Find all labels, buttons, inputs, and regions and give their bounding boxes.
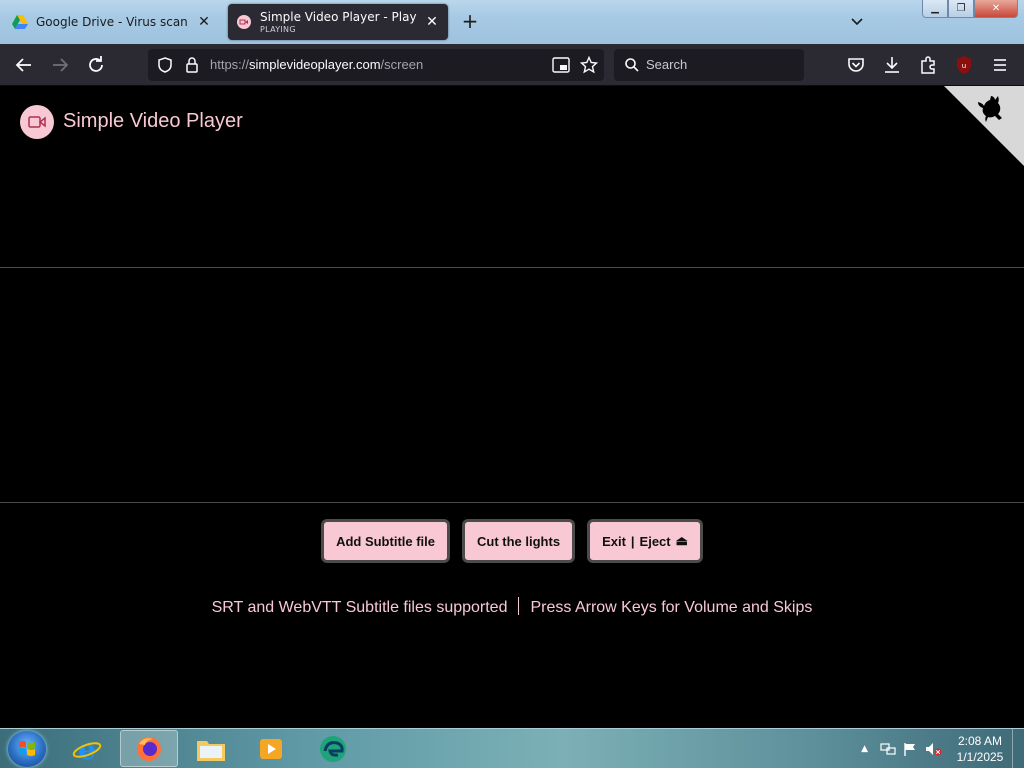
navigation-toolbar: https://simplevideoplayer.com/screen Sea… [0,44,1024,105]
tab-playing-label: PLAYING [260,25,296,34]
show-hidden-icons-icon[interactable]: ▲ [861,744,868,754]
taskbar: e ▲ 2:08 AM 1/1/2025 [0,728,1024,768]
player-controls: Add Subtitle file Cut the lights Exit | … [0,519,1024,563]
show-desktop-button[interactable] [1012,729,1024,768]
search-icon [625,58,639,72]
search-bar[interactable]: Search [614,49,804,81]
cut-lights-button[interactable]: Cut the lights [462,519,576,563]
new-tab-button[interactable]: + [458,10,482,34]
clock-date: 1/1/2025 [956,750,1004,764]
bookmark-star-icon[interactable] [580,56,598,74]
url-scheme: https:// [210,57,250,72]
picture-in-picture-icon[interactable] [552,57,570,73]
close-tab-icon[interactable]: ✕ [424,14,440,30]
url-domain: simplevideoplayer.com [249,57,381,72]
video-player-favicon-icon [237,15,251,29]
network-icon[interactable] [880,741,896,757]
window-close-button[interactable]: ✕ [974,0,1018,18]
add-subtitle-button[interactable]: Add Subtitle file [321,519,451,563]
hamburger-menu-icon[interactable] [988,53,1012,77]
lock-icon[interactable] [184,56,200,74]
cut-lights-label: Cut the lights [477,533,561,549]
internet-explorer-icon: e [72,733,102,765]
file-explorer-taskbar-button[interactable] [182,730,240,767]
subtitle-support-note: SRT and WebVTT Subtitle files supported [211,599,508,616]
firefox-taskbar-button[interactable] [120,730,178,767]
eject-label: Eject [639,533,671,549]
video-camera-icon [28,116,46,128]
minimize-button[interactable]: ▁ [922,0,948,18]
edge-icon [320,735,346,762]
shield-icon[interactable] [156,56,174,74]
media-player-icon [260,738,282,759]
exit-eject-button[interactable]: Exit | Eject ⏏ [587,519,703,563]
add-subtitle-label: Add Subtitle file [336,533,436,549]
media-player-taskbar-button[interactable] [242,730,300,767]
back-arrow-icon[interactable] [12,53,36,77]
search-placeholder: Search [646,57,688,72]
github-corner-icon[interactable] [944,86,1024,166]
volume-muted-icon[interactable] [924,741,942,757]
app-title[interactable]: Simple Video Player [63,110,243,133]
window-controls: ▁ ❐ ✕ [922,0,1018,18]
action-center-flag-icon[interactable] [902,741,918,757]
tab-title: Simple Video Player - Play local [260,10,420,24]
svg-text:e: e [78,733,96,765]
close-tab-icon[interactable]: ✕ [196,14,212,30]
page-content: Simple Video Player Add Subtitle file Cu… [0,86,1024,728]
reload-icon[interactable] [84,53,108,77]
app-logo[interactable] [20,105,54,139]
restore-button[interactable]: ❐ [948,0,974,18]
exit-label: Exit [602,533,626,549]
info-text: SRT and WebVTT Subtitle files supported P… [0,597,1024,617]
video-area[interactable] [0,268,1024,502]
url-path: /screen [380,57,424,72]
firefox-icon [137,736,161,761]
tab-google-drive[interactable]: Google Drive - Virus scan warni ✕ [4,4,220,40]
url-text[interactable]: https://simplevideoplayer.com/screen [210,57,423,72]
eject-icon: ⏏ [675,533,688,548]
system-tray: ▲ 2:08 AM 1/1/2025 [861,729,1024,768]
google-drive-icon [12,15,28,29]
windows-logo-icon [19,741,35,756]
clock[interactable]: 2:08 AM 1/1/2025 [952,733,1008,765]
address-bar[interactable]: https://simplevideoplayer.com/screen [148,49,604,81]
svg-text:u: u [962,62,966,70]
extensions-puzzle-icon[interactable] [916,53,940,77]
info-separator [518,597,520,615]
download-icon[interactable] [880,53,904,77]
tab-simple-video-player[interactable]: Simple Video Player - Play local PLAYING… [228,4,448,40]
divider: | [630,533,635,549]
keyboard-hint: Press Arrow Keys for Volume and Skips [530,599,813,616]
start-button[interactable] [8,731,46,767]
folder-icon [197,740,225,761]
chevron-down-icon[interactable] [846,12,868,32]
forward-arrow-icon[interactable] [48,53,72,77]
clock-time: 2:08 AM [957,734,1003,748]
video-area-bottom-border [0,502,1024,503]
app-taskbar-button[interactable] [304,730,362,767]
pocket-icon[interactable] [844,53,868,77]
internet-explorer-taskbar-button[interactable]: e [58,730,116,767]
tab-title: Google Drive - Virus scan warni [36,15,192,29]
tab-strip: Google Drive - Virus scan warni ✕ Simple… [0,0,1024,44]
ublock-origin-icon[interactable]: u [952,53,976,77]
